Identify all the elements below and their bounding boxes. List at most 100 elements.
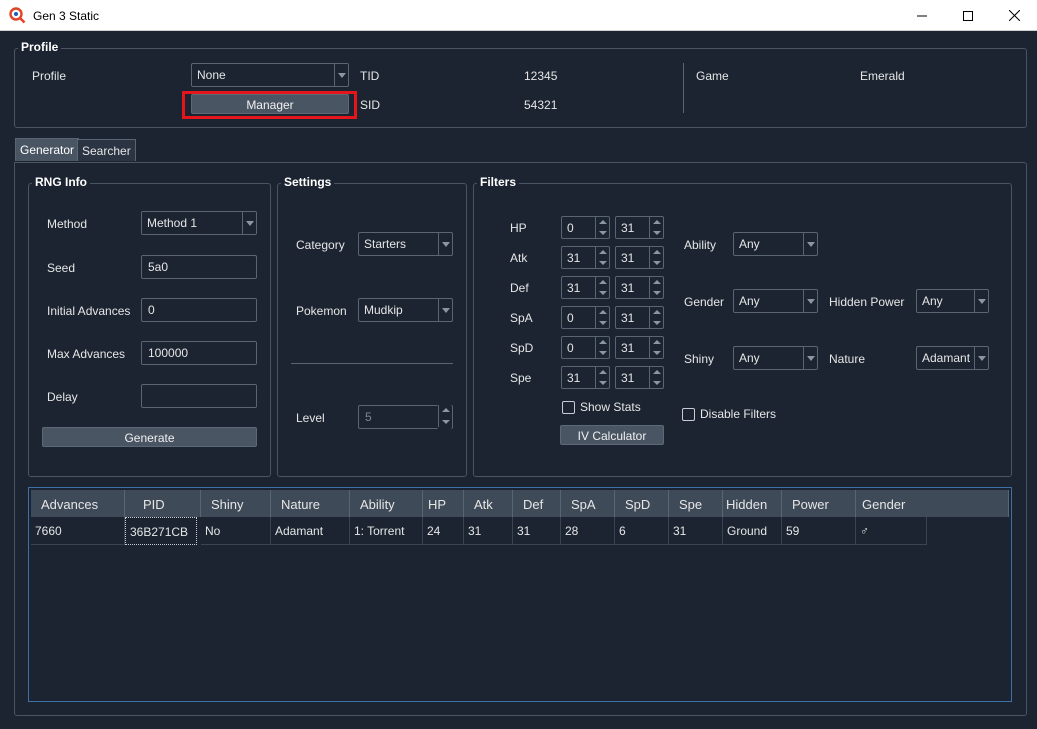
cell-nature[interactable]: Adamant [271, 517, 350, 545]
close-icon [1008, 10, 1020, 21]
cell-pid[interactable]: 36B271CB [125, 517, 197, 545]
cell-spa[interactable]: 28 [561, 517, 615, 545]
atk-iv-min[interactable]: 31 [561, 246, 610, 269]
cell-hidden[interactable]: Ground [723, 517, 782, 545]
pokemon-select[interactable]: Mudkip [358, 298, 453, 322]
spd-iv-min[interactable]: 0 [561, 336, 610, 359]
spa-iv-min[interactable]: 0 [561, 306, 610, 329]
delay-input[interactable] [141, 384, 257, 408]
initial-advances-input[interactable]: 0 [141, 298, 257, 322]
app-icon [9, 7, 26, 24]
profile-group: Profile [14, 40, 1027, 128]
game-label: Game [696, 69, 729, 83]
nature-select[interactable]: Adamant [916, 346, 989, 370]
generate-button[interactable]: Generate [42, 427, 257, 447]
spa-iv-label: SpA [510, 311, 533, 325]
tab-searcher[interactable]: Searcher [77, 139, 136, 161]
spa-iv-max[interactable]: 31 [615, 306, 664, 329]
hidden-power-select[interactable]: Any [916, 289, 989, 313]
column-header-gender[interactable]: Gender [856, 490, 1009, 517]
cell-advances[interactable]: 7660 [31, 517, 125, 545]
column-header-nature[interactable]: Nature [271, 490, 350, 517]
def-iv-max[interactable]: 31 [615, 276, 664, 299]
cell-shiny[interactable]: No [201, 517, 271, 545]
title-bar: Gen 3 Static [0, 0, 1037, 31]
filters-group: Filters [473, 175, 1012, 477]
maximize-button[interactable] [945, 0, 991, 31]
column-header-shiny[interactable]: Shiny [201, 490, 271, 517]
minimize-button[interactable] [899, 0, 945, 31]
column-header-advances[interactable]: Advances [31, 490, 125, 517]
profile-label: Profile [32, 69, 67, 83]
method-select[interactable]: Method 1 [141, 211, 257, 235]
cell-def[interactable]: 31 [513, 517, 561, 545]
spd-iv-max[interactable]: 31 [615, 336, 664, 359]
atk-iv-max-value: 31 [621, 251, 635, 265]
delay-label: Delay [47, 390, 78, 404]
gender-select[interactable]: Any [733, 289, 818, 313]
disable-filters-checkbox[interactable]: Disable Filters [682, 407, 776, 421]
cell-power[interactable]: 59 [782, 517, 856, 545]
manager-button[interactable]: Manager [191, 94, 349, 114]
cell-gender[interactable]: ♂ [856, 517, 927, 545]
spa-iv-max-value: 31 [621, 311, 635, 325]
spe-iv-max[interactable]: 31 [615, 366, 664, 389]
spe-iv-min[interactable]: 31 [561, 366, 610, 389]
column-header-atk[interactable]: Atk [464, 490, 513, 517]
max-advances-label: Max Advances [47, 347, 126, 361]
category-label: Category [296, 238, 345, 252]
max-advances-input[interactable]: 100000 [141, 341, 257, 365]
column-header-hp[interactable]: HP [423, 490, 464, 517]
shiny-label: Shiny [684, 352, 715, 366]
settings-group: Settings [277, 175, 467, 477]
hp-iv-min[interactable]: 0 [561, 216, 610, 239]
initial-advances-label: Initial Advances [47, 304, 131, 318]
iv-calculator-button[interactable]: IV Calculator [560, 425, 664, 445]
show-stats-checkbox[interactable]: Show Stats [562, 400, 641, 414]
spe-iv-label: Spe [510, 371, 532, 385]
def-iv-min[interactable]: 31 [561, 276, 610, 299]
chevron-down-icon [974, 290, 988, 312]
cell-atk[interactable]: 31 [464, 517, 513, 545]
game-value: Emerald [860, 69, 905, 83]
seed-label: Seed [47, 261, 76, 275]
profile-select[interactable]: None [191, 63, 349, 87]
sid-label: SID [360, 98, 381, 112]
window-title: Gen 3 Static [33, 9, 100, 23]
column-header-hidden[interactable]: Hidden [723, 490, 782, 517]
level-spinner [437, 405, 452, 429]
ability-select-value: Any [739, 237, 760, 251]
column-header-pid[interactable]: PID [125, 490, 201, 517]
level-value: 5 [365, 410, 372, 424]
column-header-spa[interactable]: SpA [561, 490, 615, 517]
spd-iv-min-value: 0 [567, 341, 574, 355]
table-row[interactable]: 7660 36B271CB No Adamant 1: Torrent 24 3… [31, 517, 927, 545]
close-button[interactable] [991, 0, 1037, 31]
category-select[interactable]: Starters [358, 232, 453, 256]
profile-separator [683, 63, 684, 113]
method-label: Method [47, 217, 88, 231]
hp-iv-max[interactable]: 31 [615, 216, 664, 239]
cell-spd[interactable]: 6 [615, 517, 669, 545]
minimize-icon [917, 15, 927, 16]
atk-iv-min-value: 31 [567, 251, 581, 265]
column-header-ability[interactable]: Ability [350, 490, 423, 517]
hp-iv-max-value: 31 [621, 221, 635, 235]
pokemon-select-value: Mudkip [364, 303, 403, 317]
hidden-power-select-value: Any [922, 294, 943, 308]
tab-generator[interactable]: Generator [15, 138, 80, 161]
cell-spe[interactable]: 31 [669, 517, 723, 545]
column-header-spd[interactable]: SpD [615, 490, 669, 517]
column-header-def[interactable]: Def [513, 490, 561, 517]
cell-ability[interactable]: 1: Torrent [350, 517, 423, 545]
cell-hp[interactable]: 24 [423, 517, 464, 545]
tid-value: 12345 [524, 69, 558, 83]
column-header-spe[interactable]: Spe [669, 490, 723, 517]
ability-select[interactable]: Any [733, 232, 818, 256]
results-table[interactable]: Advances PID Shiny Nature Ability HP Atk… [28, 487, 1012, 702]
column-header-power[interactable]: Power [782, 490, 856, 517]
nature-label: Nature [829, 352, 866, 366]
atk-iv-max[interactable]: 31 [615, 246, 664, 269]
shiny-select[interactable]: Any [733, 346, 818, 370]
seed-input[interactable]: 5a0 [141, 255, 257, 279]
